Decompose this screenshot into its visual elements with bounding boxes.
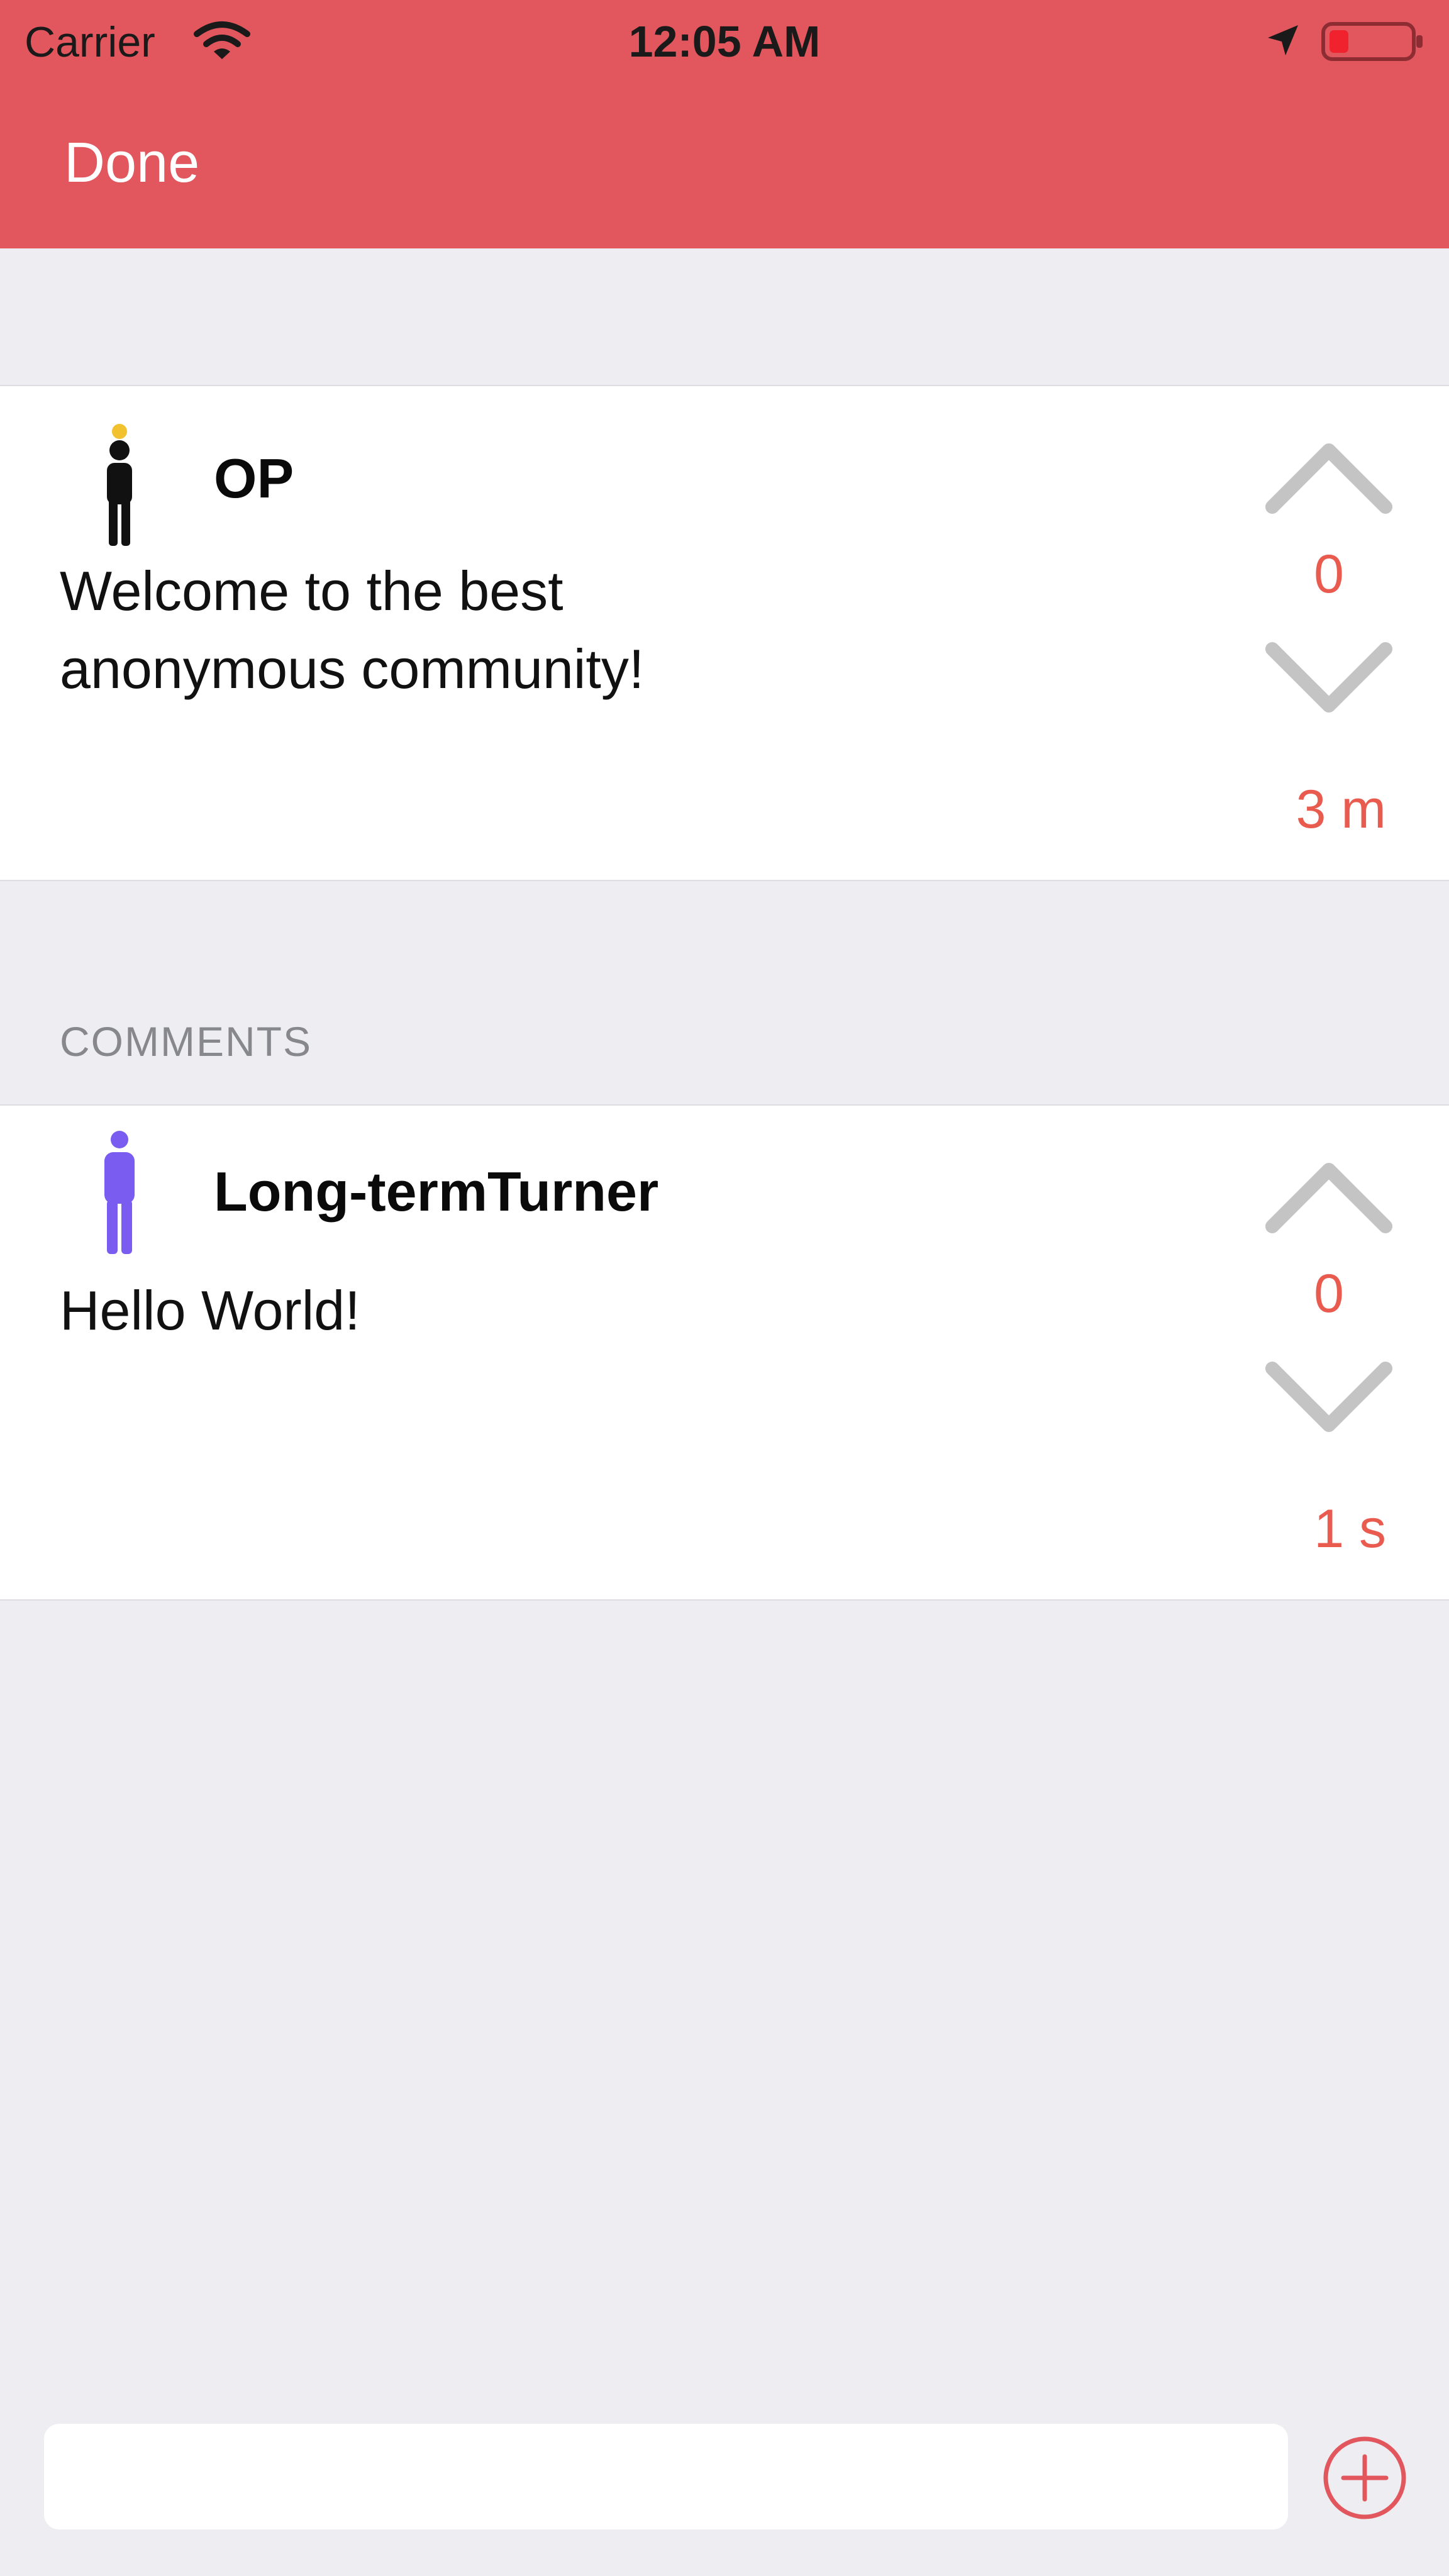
person-icon xyxy=(107,424,132,546)
post-text-line: Welcome to the best xyxy=(60,560,564,622)
post-text-line: anonymous community! xyxy=(60,638,645,700)
post-age: 3 m xyxy=(1296,779,1386,840)
battery-icon xyxy=(1321,22,1423,61)
post-score: 0 xyxy=(1314,544,1344,604)
comment-age: 1 s xyxy=(1314,1499,1386,1559)
comment-text: Hello World! xyxy=(60,1279,360,1341)
comment-card: Long-termTurner Hello World! 0 1 s xyxy=(0,1104,1449,1601)
plus-circle-icon[interactable] xyxy=(1321,2434,1409,2522)
downvote-chevron-icon[interactable] xyxy=(1263,638,1395,719)
upvote-chevron-icon[interactable] xyxy=(1263,1156,1395,1238)
comments-header: COMMENTS xyxy=(60,1018,312,1065)
comment-input[interactable] xyxy=(44,2424,1288,2529)
status-bar: Carrier 12:05 AM xyxy=(0,0,1449,82)
post-text: Welcome to the best anonymous community! xyxy=(60,552,1129,708)
post-author: OP xyxy=(214,447,294,509)
downvote-chevron-icon[interactable] xyxy=(1263,1357,1395,1439)
location-arrow-icon xyxy=(1268,25,1298,55)
upvote-chevron-icon[interactable] xyxy=(1263,436,1395,518)
post-card: OP Welcome to the best anonymous communi… xyxy=(0,385,1449,881)
comment-score: 0 xyxy=(1314,1263,1344,1324)
done-button[interactable]: Done xyxy=(64,131,199,196)
comment-author: Long-termTurner xyxy=(214,1160,659,1223)
person-icon xyxy=(104,1131,135,1254)
nav-bar: Carrier 12:05 AM Done xyxy=(0,0,1449,248)
clock: 12:05 AM xyxy=(628,17,821,66)
